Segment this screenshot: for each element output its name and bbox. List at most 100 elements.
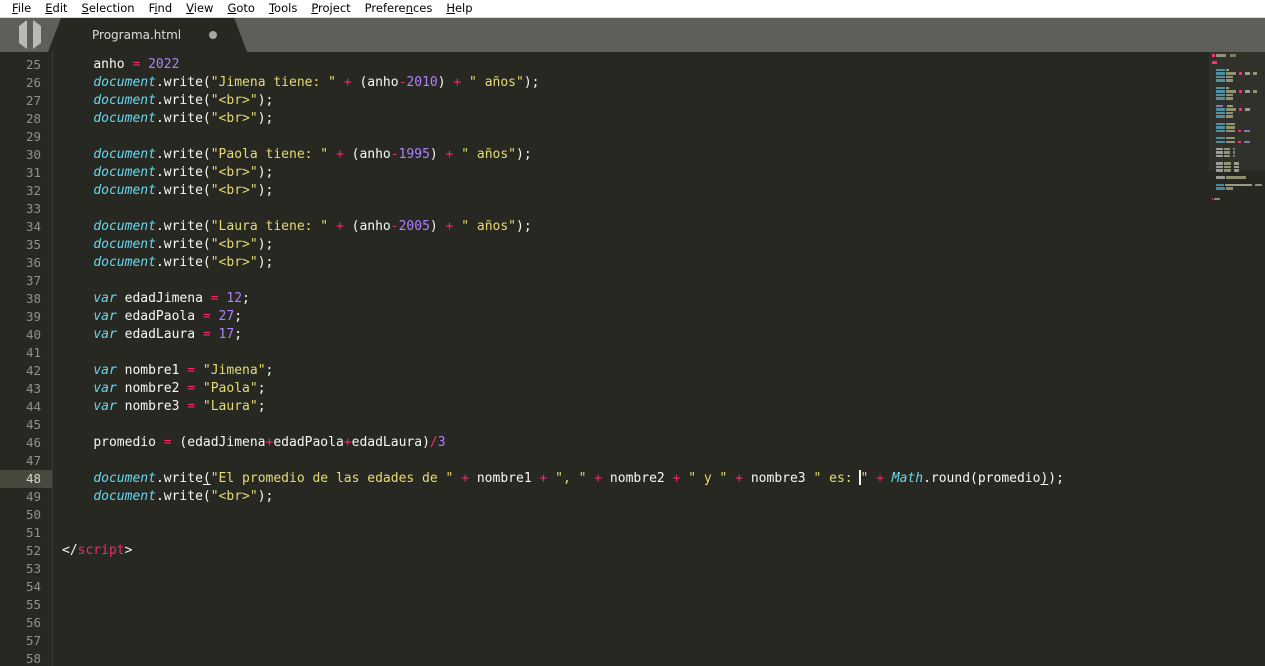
code-line-27[interactable]: document.write("<br>"); (52, 92, 1265, 110)
minimap-row (1212, 90, 1262, 93)
code-line-33[interactable] (52, 200, 1265, 218)
triangle-left-icon[interactable] (19, 20, 27, 49)
minimap-row (1212, 180, 1262, 183)
minimap-row (1212, 169, 1262, 172)
code-line-53[interactable] (52, 560, 1265, 578)
code-line-55[interactable] (52, 596, 1265, 614)
code-line-44[interactable]: var nombre3 = "Laura"; (52, 398, 1265, 416)
minimap-row (1212, 133, 1262, 136)
triangle-right-icon[interactable] (33, 20, 41, 49)
code-line-56[interactable] (52, 614, 1265, 632)
line-number-42: 42 (25, 363, 41, 378)
menu-item-goto[interactable]: Goto (220, 0, 262, 17)
menu-item-preferences[interactable]: Preferences (358, 0, 440, 17)
minimap-row (1212, 104, 1262, 107)
line-number-26: 26 (25, 75, 41, 90)
line-number-35: 35 (25, 237, 41, 252)
menu-item-view[interactable]: View (179, 0, 220, 17)
code-line-32[interactable]: document.write("<br>"); (52, 182, 1265, 200)
minimap-row (1212, 115, 1262, 118)
code-line-43[interactable]: var nombre2 = "Paola"; (52, 380, 1265, 398)
minimap-row (1212, 119, 1262, 122)
code-line-25[interactable]: anho = 2022 (52, 56, 1265, 74)
code-line-30[interactable]: document.write("Paola tiene: " + (anho-1… (52, 146, 1265, 164)
code-line-57[interactable] (52, 632, 1265, 650)
code-line-40[interactable]: var edadLaura = 17; (52, 326, 1265, 344)
line-number-27: 27 (25, 93, 41, 108)
line-number-34: 34 (25, 219, 41, 234)
line-number-36: 36 (25, 255, 41, 270)
code-line-31[interactable]: document.write("<br>"); (52, 164, 1265, 182)
minimap-row (1212, 173, 1262, 176)
line-number-55: 55 (25, 597, 41, 612)
minimap-row (1212, 68, 1262, 72)
code-line-46[interactable]: promedio = (edadJimena+edadPaola+edadLau… (52, 434, 1265, 452)
code-line-52[interactable]: </script> (52, 542, 1265, 560)
menu-bar: File Edit Selection Find View Goto Tools Projec… (0, 0, 1265, 18)
code-line-34[interactable]: document.write("Laura tiene: " + (anho-2… (52, 218, 1265, 236)
minimap-row (1212, 162, 1262, 165)
code-line-45[interactable] (52, 416, 1265, 434)
editor-area[interactable]: 25 26 27 28 29 30 31 32 33 34 35 36 37 38 39 40 41 42 43 44… (0, 52, 1265, 666)
code-line-49[interactable]: document.write("<br>"); (52, 488, 1265, 506)
menu-item-selection[interactable]: Selection (75, 0, 142, 17)
minimap-row (1212, 198, 1262, 201)
minimap-row (1212, 122, 1262, 125)
code-line-58[interactable] (52, 650, 1265, 666)
minimap-row (1212, 72, 1262, 75)
code-line-50[interactable] (52, 506, 1265, 524)
code-line-26[interactable]: document.write("Jimena tiene: " + (anho-… (52, 74, 1265, 92)
minimap-row (1212, 75, 1262, 79)
code-line-36[interactable]: document.write("<br>"); (52, 254, 1265, 272)
minimap-row (1212, 54, 1262, 57)
line-number-47: 47 (25, 453, 41, 468)
line-number-39: 39 (25, 309, 41, 324)
line-number-46: 46 (25, 435, 41, 450)
tab-programa-html[interactable]: Programa.html (48, 18, 247, 52)
line-number-50: 50 (25, 507, 41, 522)
line-number-33: 33 (25, 201, 41, 216)
line-number-51: 51 (25, 525, 41, 540)
line-number-28: 28 (25, 111, 41, 126)
minimap-row (1212, 158, 1262, 161)
line-number-38: 38 (25, 291, 41, 306)
tab-bar: Programa.html (0, 18, 1265, 52)
menu-item-project[interactable]: Project (304, 0, 357, 17)
minimap-row (1212, 194, 1262, 197)
line-number-31: 31 (25, 165, 41, 180)
line-number-54: 54 (25, 579, 41, 594)
line-number-43: 43 (25, 381, 41, 396)
line-number-32: 32 (25, 183, 41, 198)
code-line-54[interactable] (52, 578, 1265, 596)
line-number-30: 30 (25, 147, 41, 162)
menu-item-find[interactable]: Find (142, 0, 180, 17)
minimap-row (1212, 191, 1262, 194)
code-line-29[interactable] (52, 128, 1265, 146)
minimap-row (1212, 136, 1262, 140)
code-line-42[interactable]: var nombre1 = "Jimena"; (52, 362, 1265, 380)
line-number-57: 57 (25, 633, 41, 648)
code-line-48[interactable]: document.write("El promedio de las edade… (52, 470, 1265, 488)
minimap-row (1212, 101, 1262, 104)
menu-item-help[interactable]: Help (439, 0, 479, 17)
minimap[interactable] (1209, 52, 1265, 666)
menu-item-edit[interactable]: Edit (38, 0, 74, 17)
code-line-39[interactable]: var edadPaola = 27; (52, 308, 1265, 326)
minimap-row (1212, 183, 1263, 187)
minimap-row (1212, 61, 1262, 64)
code-line-38[interactable]: var edadJimena = 12; (52, 290, 1265, 308)
code-line-37[interactable] (52, 272, 1265, 290)
line-number-48: 48 (0, 470, 52, 488)
code-line-47[interactable] (52, 452, 1265, 470)
code-line-28[interactable]: document.write("<br>"); (52, 110, 1265, 128)
minimap-row (1212, 154, 1262, 158)
menu-item-tools[interactable]: Tools (262, 0, 304, 17)
code-line-41[interactable] (52, 344, 1265, 362)
unsaved-dot-icon[interactable] (209, 31, 218, 39)
minimap-row (1212, 176, 1262, 179)
menu-item-file[interactable]: File (5, 0, 38, 17)
code-content[interactable]: anho = 2022 document.write("Jimena tiene… (52, 52, 1265, 666)
code-line-35[interactable]: document.write("<br>"); (52, 236, 1265, 254)
code-line-51[interactable] (52, 524, 1265, 542)
minimap-row (1212, 65, 1262, 68)
